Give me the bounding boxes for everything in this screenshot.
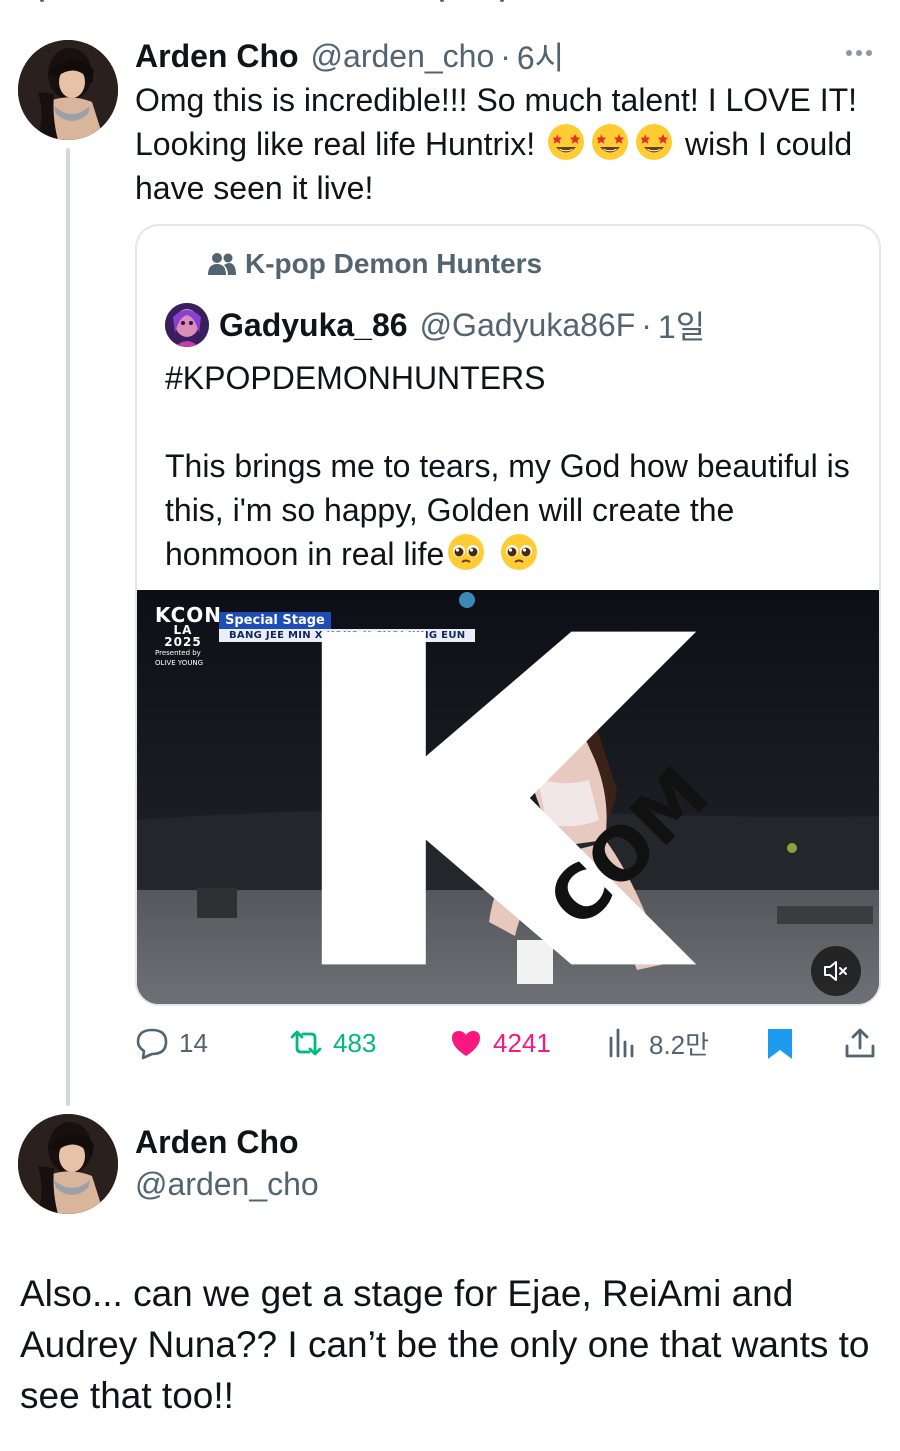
heart-filled-icon [452, 1031, 480, 1056]
hashtag-link[interactable]: #KPOPDEMONHUNTERS [165, 356, 865, 400]
main-tweet-text: Also... can we get a stage for Ejae, Rei… [20, 1273, 870, 1416]
reply-author-avatar[interactable] [18, 40, 118, 140]
more-dots-icon[interactable] [846, 44, 878, 62]
like-button[interactable]: 4241 [449, 1020, 551, 1066]
pleading-face-emoji-icon [501, 534, 538, 570]
retweet-button[interactable]: 483 [289, 1020, 376, 1066]
share-button[interactable] [843, 1020, 887, 1066]
mute-toggle-button[interactable] [811, 946, 861, 996]
main-author-handle[interactable]: @arden_cho [135, 1166, 319, 1203]
community-label[interactable]: K-pop Demon Hunters [207, 248, 542, 280]
view-count: 8.2만 [649, 1029, 710, 1060]
like-count: 4241 [493, 1027, 551, 1058]
reply-tweet-header: Arden Cho @arden_cho · 6시 [135, 33, 564, 79]
retweet-icon [290, 1030, 322, 1056]
reply-author-handle[interactable]: @arden_cho [311, 38, 495, 75]
reply-tweet-text: Omg this is incredible!!! So much talent… [135, 78, 895, 210]
reply-timestamp[interactable]: 6시 [517, 33, 564, 79]
quoted-tweet-header: Gadyuka_86 @Gadyuka86F · 1일 [165, 302, 705, 348]
reply-author-name[interactable]: Arden Cho [135, 38, 299, 75]
bookmark-filled-icon [768, 1029, 792, 1059]
quoted-author-name[interactable]: Gadyuka_86 [219, 307, 408, 344]
cropped-top-edge [0, 0, 900, 8]
views-button[interactable]: 8.2만 [605, 1020, 709, 1066]
community-name: K-pop Demon Hunters [245, 248, 543, 279]
star-struck-emoji-icon [548, 124, 585, 160]
retweet-count: 483 [333, 1027, 377, 1058]
quoted-author-handle[interactable]: @Gadyuka86F [420, 307, 636, 344]
reply-count: 14 [179, 1027, 208, 1058]
star-struck-emoji-icon [592, 124, 629, 160]
channel-k-logo-icon: COM [321, 631, 725, 965]
reply-button[interactable]: 14 [135, 1020, 208, 1066]
bookmark-button[interactable] [763, 1020, 807, 1066]
views-bar-chart-icon [609, 1028, 634, 1058]
tweet-action-bar: 14 483 4241 8.2만 [135, 1020, 880, 1066]
quoted-tweet-card[interactable]: K-pop Demon Hunters Gadyuka_86 @Gadyuka8… [135, 224, 881, 1006]
quoted-timestamp[interactable]: 1일 [658, 302, 705, 348]
main-author-avatar[interactable] [18, 1114, 118, 1214]
pleading-face-emoji-icon [448, 534, 485, 570]
main-author-name[interactable]: Arden Cho [135, 1124, 299, 1161]
quoted-header-separator: · [641, 306, 652, 343]
reply-bubble-icon [136, 1028, 168, 1060]
embedded-video-player[interactable]: KCON LA 2025 Presented by OLIVE YOUNG Sp… [137, 590, 879, 1004]
community-people-icon [208, 253, 236, 275]
share-upload-icon [845, 1028, 875, 1058]
thread-connector-line [66, 148, 70, 1106]
header-separator: · [500, 37, 511, 74]
star-struck-emoji-icon [636, 124, 673, 160]
speaker-muted-icon [824, 961, 847, 981]
quoted-author-avatar[interactable] [165, 303, 209, 347]
quoted-tweet-text: #KPOPDEMONHUNTERS This brings me to tear… [165, 356, 865, 576]
